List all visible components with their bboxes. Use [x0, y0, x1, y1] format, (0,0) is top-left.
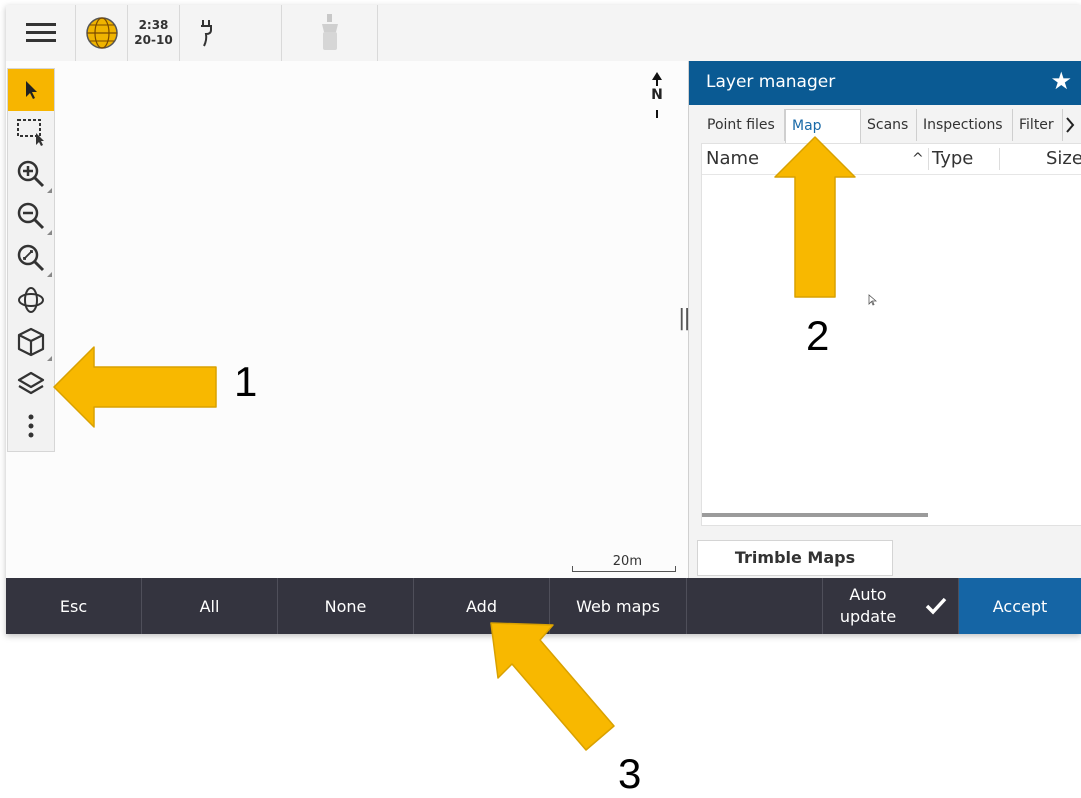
power-plug-icon[interactable] [180, 5, 282, 61]
layer-manager-panel: Layer manager ★ Point files Map files Sc… [688, 61, 1081, 578]
auto-update-label-line2: update [839, 607, 897, 626]
map-view[interactable]: N ||| 20m [6, 61, 696, 578]
date-text: 20-10 [134, 33, 173, 47]
mouse-cursor-icon [868, 294, 877, 306]
annotation-arrow-3 [490, 622, 615, 751]
globe-icon[interactable] [76, 5, 128, 61]
column-header-type[interactable]: Type [932, 144, 973, 174]
north-arrow-icon: N [647, 71, 667, 118]
orbit-icon[interactable] [8, 279, 54, 321]
hamburger-menu-icon[interactable] [6, 5, 76, 61]
3d-view-cube-icon[interactable] [8, 321, 54, 363]
tab-filter[interactable]: Filter [1013, 109, 1063, 141]
step-number-2: 2 [806, 312, 830, 359]
north-label: N [651, 87, 663, 103]
scale-label: 20m [612, 554, 642, 569]
checkmark-icon[interactable] [913, 578, 959, 634]
trimble-maps-button[interactable]: Trimble Maps [697, 540, 893, 576]
none-button[interactable]: None [278, 578, 414, 634]
tabs-scroll-right-icon[interactable] [1063, 109, 1081, 141]
zoom-in-icon[interactable] [8, 153, 54, 195]
map-files-list[interactable]: Name ^ Type Size [701, 143, 1081, 526]
horizontal-scrollbar[interactable] [702, 513, 928, 517]
status-bar: 2:38 20-10 [6, 5, 1081, 62]
select-arrow-icon[interactable] [8, 69, 54, 111]
layers-icon[interactable] [8, 363, 54, 405]
annotation-arrow-1 [53, 346, 217, 428]
more-options-icon[interactable] [8, 405, 54, 447]
auto-update-label-line1: Auto [849, 585, 887, 604]
esc-button[interactable]: Esc [6, 578, 142, 634]
accept-button[interactable]: Accept [959, 578, 1081, 634]
box-select-icon[interactable] [8, 111, 54, 153]
header-divider [702, 174, 1081, 175]
receiver-icon[interactable] [282, 5, 378, 61]
time-text: 2:38 [138, 18, 169, 32]
column-header-name[interactable]: Name [706, 144, 759, 174]
step-number-1: 1 [234, 358, 258, 405]
auto-update-toggle[interactable]: Auto update [823, 578, 913, 634]
annotation-arrow-2 [774, 136, 856, 298]
panel-title: Layer manager [706, 72, 836, 92]
zoom-extents-icon[interactable] [8, 237, 54, 279]
layer-tabs: Point files Map files Scans Inspections … [701, 109, 1081, 166]
layer-manager-header: Layer manager ★ [689, 61, 1081, 105]
star-icon[interactable]: ★ [1050, 67, 1072, 95]
scale-bar: 20m [572, 554, 676, 572]
column-divider [928, 148, 929, 170]
sort-ascending-icon[interactable]: ^ [912, 144, 924, 174]
date-time-display[interactable]: 2:38 20-10 [128, 5, 180, 61]
all-button[interactable]: All [142, 578, 278, 634]
app-window: 2:38 20-10 N ||| 20m Layer manager ★ Poi… [6, 5, 1081, 634]
column-header-size[interactable]: Size [1046, 144, 1081, 174]
tab-inspections[interactable]: Inspections [917, 109, 1013, 141]
column-divider [999, 148, 1000, 170]
zoom-out-icon[interactable] [8, 195, 54, 237]
step-number-3: 3 [618, 750, 642, 797]
map-toolbar [7, 68, 55, 452]
blank-softkey [687, 578, 823, 634]
tab-scans[interactable]: Scans [861, 109, 917, 141]
